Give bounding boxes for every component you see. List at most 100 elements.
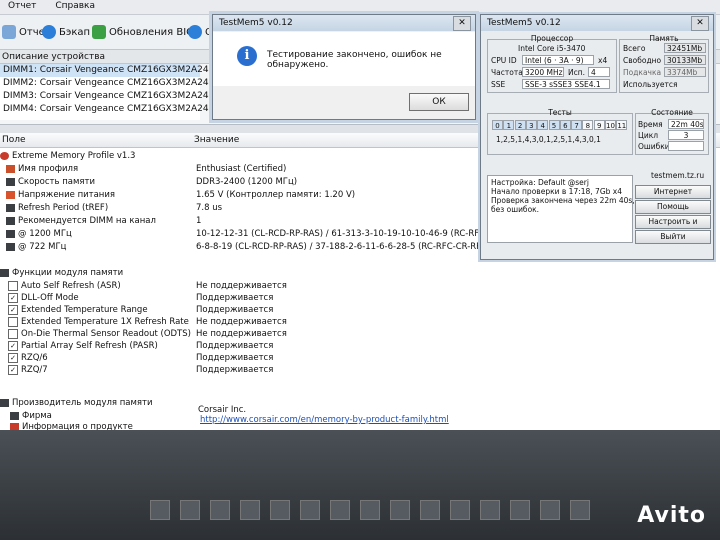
state-group: Состояние Время 22m 40s Цикл 3 Ошибки (635, 108, 709, 155)
taskbar-icon[interactable] (450, 500, 470, 520)
backup-label: Бэкап (59, 26, 91, 38)
memory-chip-icon (6, 229, 15, 238)
backup-button[interactable]: Бэкап (42, 24, 90, 40)
profile-icon (6, 164, 15, 173)
freq-label: Частота (491, 68, 523, 77)
taskbar-icon[interactable] (210, 500, 230, 520)
test-cell: 8 (582, 120, 594, 130)
bios-updates-label: Обновления BIOS (109, 26, 201, 38)
checkmark-icon: ✓ (8, 340, 18, 351)
msgbox-title: TestMem5 v0.12 (213, 15, 475, 31)
avito-watermark: Avito (637, 503, 706, 528)
used-threads-label: Исп. (568, 68, 586, 77)
test-cell: 1 (503, 120, 515, 130)
tests-group: Тесты 0 1 2 3 4 5 6 7 8 9 10 11 1,2,5,1,4,3,0,1,2,5… (487, 108, 633, 155)
test-cells: 0 1 2 3 4 5 6 7 8 9 10 11 (492, 120, 628, 130)
cpu-cores: x4 (598, 56, 608, 65)
memory-chip-icon (0, 398, 9, 407)
xmp-header-text: Extreme Memory Profile v1.3 (12, 151, 136, 161)
taskbar-icon[interactable] (570, 500, 590, 520)
errors-label: Ошибки (638, 142, 670, 151)
test-cell: 11 (616, 120, 628, 130)
state-group-title: Состояние (651, 108, 693, 117)
checkmark-icon: ✓ (8, 304, 18, 315)
close-button[interactable]: ✕ (453, 16, 471, 31)
cpu-id-label: CPU ID (491, 56, 517, 65)
exit-button[interactable]: Выйти (635, 230, 711, 244)
memory-chip-icon (6, 203, 15, 212)
test-cell: 7 (571, 120, 583, 130)
time-label: Время (638, 120, 663, 129)
taskbar-icon[interactable] (540, 500, 560, 520)
used-threads-field: 4 (588, 67, 610, 77)
test-cell: 2 (514, 120, 526, 130)
checkbox-icon (8, 328, 18, 339)
sse-field: SSE-3 sSSE3 SSE4.1 (522, 79, 610, 89)
msgbox-text: Тестирование закончено, ошибок не обнару… (267, 50, 442, 70)
product-info-link[interactable]: http://www.corsair.com/en/memory-by-prod… (200, 414, 449, 426)
column-value[interactable]: Значение (194, 133, 239, 147)
device-list: DIMM1: Corsair Vengeance CMZ16GX3M2A2400… (0, 64, 238, 120)
taskbar-icon[interactable] (300, 500, 320, 520)
menu-report[interactable]: Отчет (0, 0, 44, 12)
mem-swap-field: 3374Mb (664, 67, 706, 77)
test-cell: 10 (605, 120, 616, 130)
help-button[interactable]: Помощь (635, 200, 711, 214)
mem-total-label: Всего (623, 44, 646, 53)
test-cell: 3 (525, 120, 537, 130)
mem-free-field: 30133Mb (664, 55, 706, 65)
close-button[interactable]: ✕ (691, 16, 709, 31)
voltage-icon (6, 190, 15, 199)
memory-group: Память Всего 32451Mb Свободно 30133Mb По… (619, 34, 709, 93)
xmp-icon (0, 151, 9, 160)
device-item-dimm1[interactable]: DIMM1: Corsair Vengeance CMZ16GX3M2A2400… (0, 64, 238, 77)
info-icon: i (237, 46, 257, 66)
test-cell: 0 (492, 120, 503, 130)
test-cell: 6 (559, 120, 571, 130)
taskbar-icon[interactable] (510, 500, 530, 520)
testmem5-window: TestMem5 v0.12 ✕ Процессор Intel Core i5… (480, 14, 714, 260)
taskbar-icon[interactable] (330, 500, 350, 520)
download-arrow-icon (92, 25, 106, 39)
checkbox-icon (8, 316, 18, 327)
taskbar-icon[interactable] (390, 500, 410, 520)
cpu-model: Intel Core i5-3470 (518, 44, 586, 53)
device-item-dimm2[interactable]: DIMM2: Corsair Vengeance CMZ16GX3M2A2400… (0, 77, 238, 90)
taskbar-icon[interactable] (150, 500, 170, 520)
menu-help[interactable]: Справка (47, 0, 103, 12)
backup-icon (42, 25, 56, 39)
taskbar-icon[interactable] (270, 500, 290, 520)
device-item-dimm4[interactable]: DIMM4: Corsair Vengeance CMZ16GX3M2A2400… (0, 103, 238, 116)
ok-button[interactable]: ОК (409, 93, 469, 111)
internet-button[interactable]: Интернет (635, 185, 711, 199)
mem-total-field: 32451Mb (664, 43, 706, 53)
test-cell: 4 (537, 120, 549, 130)
checkbox-icon (8, 280, 18, 291)
errors-field (668, 141, 704, 151)
taskbar-icon[interactable] (360, 500, 380, 520)
log-line: Настройка: Default @serj (491, 178, 589, 187)
memory-chip-icon (6, 216, 15, 225)
mem-swap-label: Подкачка (623, 68, 662, 77)
sse-label: SSE (491, 80, 506, 89)
log-box: Настройка: Default @serj Начало проверки… (487, 175, 635, 243)
test-cell: 5 (548, 120, 560, 130)
taskbar-icon[interactable] (240, 500, 260, 520)
bios-updates-button[interactable]: Обновления BIOS (92, 24, 200, 40)
device-item-dimm3[interactable]: DIMM3: Corsair Vengeance CMZ16GX3M2A2400… (0, 90, 238, 103)
time-field: 22m 40s (668, 119, 704, 129)
taskbar-icon[interactable] (420, 500, 440, 520)
taskbar-icon[interactable] (180, 500, 200, 520)
cpu-group: Процессор Intel Core i5-3470 CPU ID Inte… (487, 34, 617, 93)
taskbar-icon[interactable] (480, 500, 500, 520)
column-field[interactable]: Поле (2, 133, 26, 147)
memory-chip-icon (10, 411, 19, 420)
tests-group-title: Тесты (548, 108, 572, 117)
cycle-label: Цикл (638, 131, 659, 140)
configure-exit-button[interactable]: Настроить и выйти (635, 215, 711, 238)
memory-chip-icon (0, 268, 9, 277)
mem-free-label: Свободно (623, 56, 662, 65)
tm5-title: TestMem5 v0.12 (481, 15, 713, 31)
report-icon (2, 25, 16, 39)
result-message-box: TestMem5 v0.12 ✕ i Тестирование закончен… (212, 14, 476, 120)
